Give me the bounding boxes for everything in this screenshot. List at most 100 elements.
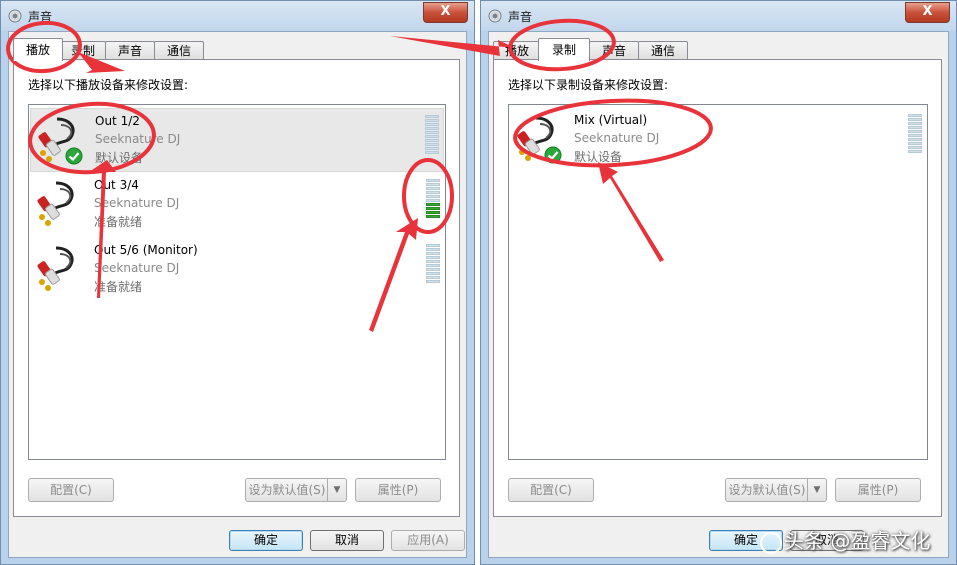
device-status: 默认设备: [574, 150, 623, 164]
meter-segment: [425, 115, 439, 118]
meter-segment: [908, 150, 922, 153]
rca-cable-icon: [37, 181, 74, 226]
meter-segment: [425, 147, 439, 150]
meter-segment: [426, 264, 440, 267]
properties-button[interactable]: 属性(P): [355, 478, 441, 502]
tab-playback[interactable]: 播放: [13, 38, 63, 61]
device-list: Out 1/2 Seeknature DJ 默认设备 Out 3/4 Seekn…: [28, 104, 446, 460]
set-default-button[interactable]: 设为默认值(S) ▼: [245, 478, 347, 502]
instruction-text: 选择以下播放设备来修改设置:: [28, 78, 189, 92]
meter-segment: [908, 142, 922, 145]
device-driver: Seeknature DJ: [95, 132, 181, 146]
meter-segment: [426, 215, 440, 218]
device-item[interactable]: Out 1/2 Seeknature DJ 默认设备: [30, 108, 444, 172]
window-title: 声音: [28, 10, 53, 24]
properties-button[interactable]: 属性(P): [835, 478, 921, 502]
tab-sounds[interactable]: 声音: [589, 41, 639, 60]
meter-segment: [908, 114, 922, 117]
meter-segment: [425, 119, 439, 122]
watermark-logo-icon: [760, 531, 782, 554]
meter-segment: [426, 191, 440, 194]
device-name: Out 3/4: [94, 178, 139, 192]
meter-segment: [908, 138, 922, 141]
recording-panel: 选择以下录制设备来修改设置: Mix (Virtual) Seeknature …: [493, 59, 942, 517]
device-item[interactable]: Mix (Virtual) Seeknature DJ 默认设备: [510, 108, 926, 172]
playback-panel: 选择以下播放设备来修改设置: Out 1/2 Seeknature DJ 默认设…: [13, 59, 460, 517]
device-driver: Seeknature DJ: [574, 131, 660, 145]
meter-segment: [425, 123, 439, 126]
meter-segment: [426, 252, 440, 255]
title-bar[interactable]: 声音 X: [481, 1, 956, 31]
set-default-button[interactable]: 设为默认值(S) ▼: [725, 478, 827, 502]
speaker-icon: [8, 9, 22, 23]
title-bar[interactable]: 声音 X: [1, 1, 474, 31]
meter-segment: [426, 195, 440, 198]
configure-button[interactable]: 配置(C): [28, 478, 114, 502]
instruction-text: 选择以下录制设备来修改设置:: [508, 78, 669, 92]
set-default-label: 设为默认值(S): [248, 483, 326, 497]
apply-button[interactable]: 应用(A): [391, 530, 465, 551]
dropdown-arrow-icon[interactable]: ▼: [327, 479, 346, 501]
level-meter: [426, 244, 440, 286]
dialog-body: 播放 录制 声音 通信 选择以下录制设备来修改设置: Mix (Virtual)…: [488, 31, 949, 558]
meter-segment: [426, 207, 440, 210]
close-button[interactable]: X: [905, 2, 950, 23]
device-list: Mix (Virtual) Seeknature DJ 默认设备: [508, 104, 928, 460]
device-driver: Seeknature DJ: [94, 261, 180, 275]
device-item[interactable]: Out 5/6 (Monitor) Seeknature DJ 准备就绪: [30, 238, 444, 302]
dialog-body: 播放 录制 声音 通信 选择以下播放设备来修改设置: Out 1/2 Seekn…: [8, 31, 467, 558]
meter-segment: [426, 244, 440, 247]
meter-segment: [426, 248, 440, 251]
sound-dialog-playback: 声音 X 播放 录制 声音 通信 选择以下播放设备来修改设置: Out 1/2 …: [0, 0, 475, 565]
meter-segment: [426, 260, 440, 263]
meter-segment: [425, 135, 439, 138]
meter-segment: [426, 272, 440, 275]
window-title: 声音: [508, 10, 533, 24]
watermark: 头条 @盈睿文化: [760, 525, 930, 554]
default-checkmark-icon: [544, 146, 562, 164]
meter-segment: [425, 131, 439, 134]
set-default-label: 设为默认值(S): [728, 483, 806, 497]
meter-segment: [908, 122, 922, 125]
meter-segment: [426, 256, 440, 259]
tab-sounds[interactable]: 声音: [105, 41, 155, 60]
tab-recording[interactable]: 录制: [60, 41, 106, 60]
meter-segment: [908, 126, 922, 129]
meter-segment: [425, 139, 439, 142]
configure-button[interactable]: 配置(C): [508, 478, 594, 502]
meter-segment: [426, 203, 440, 206]
level-meter: [908, 114, 922, 156]
cancel-button[interactable]: 取消: [310, 530, 384, 551]
tab-communications[interactable]: 通信: [154, 41, 204, 60]
meter-segment: [425, 151, 439, 154]
level-meter: [426, 179, 440, 221]
meter-segment: [908, 146, 922, 149]
close-button[interactable]: X: [423, 2, 468, 23]
ok-button[interactable]: 确定: [229, 530, 303, 551]
meter-segment: [426, 187, 440, 190]
device-status: 默认设备: [95, 151, 144, 165]
speaker-icon: [488, 9, 502, 23]
dropdown-arrow-icon[interactable]: ▼: [807, 479, 826, 501]
tab-playback[interactable]: 播放: [493, 41, 541, 60]
device-driver: Seeknature DJ: [94, 196, 180, 210]
device-name: Out 5/6 (Monitor): [94, 243, 198, 257]
sound-dialog-recording: 声音 X 播放 录制 声音 通信 选择以下录制设备来修改设置: Mix (Vir…: [480, 0, 957, 565]
watermark-text: 头条 @盈睿文化: [784, 529, 931, 553]
device-name: Out 1/2: [95, 114, 140, 128]
meter-segment: [425, 127, 439, 130]
default-checkmark-icon: [65, 147, 83, 165]
meter-segment: [426, 280, 440, 283]
meter-segment: [426, 276, 440, 279]
rca-cable-icon: [37, 246, 74, 291]
device-item[interactable]: Out 3/4 Seeknature DJ 准备就绪: [30, 173, 444, 237]
device-status: 准备就绪: [94, 280, 143, 294]
meter-segment: [908, 118, 922, 121]
device-name: Mix (Virtual): [574, 113, 648, 127]
tab-recording[interactable]: 录制: [538, 38, 590, 61]
meter-segment: [426, 268, 440, 271]
tab-communications[interactable]: 通信: [638, 41, 688, 60]
meter-segment: [425, 143, 439, 146]
level-meter: [425, 115, 439, 157]
meter-segment: [426, 199, 440, 202]
